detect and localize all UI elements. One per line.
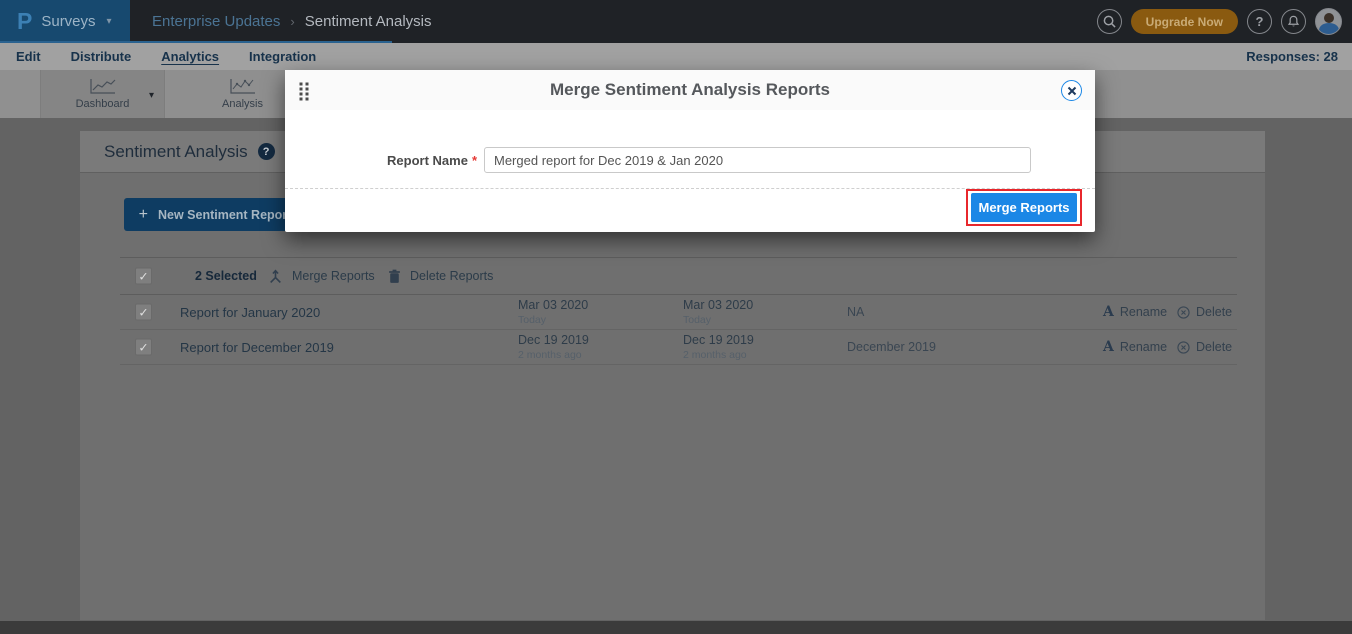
product-name: Surveys: [41, 13, 95, 30]
modified-date-cell: Dec 19 2019 2 months ago: [683, 330, 754, 364]
brand-logo: P: [17, 10, 32, 33]
modified-relative: 2 months ago: [683, 349, 747, 362]
row-checkbox[interactable]: ✓: [135, 339, 152, 356]
survey-nav-items: Edit Distribute Analytics Integration: [16, 49, 316, 64]
trash-icon: [388, 269, 401, 284]
created-relative: Today: [518, 314, 546, 327]
question-icon: ?: [1256, 14, 1264, 29]
report-row: ✓ Report for January 2020 Mar 03 2020 To…: [120, 295, 1237, 330]
created-relative: 2 months ago: [518, 349, 582, 362]
nav-item-analytics[interactable]: Analytics: [161, 49, 219, 64]
modified-date: Mar 03 2020: [683, 298, 753, 314]
page-title: Sentiment Analysis: [104, 142, 248, 162]
merge-reports-action[interactable]: Merge Reports: [268, 258, 375, 294]
tab-dashboard-label: Dashboard: [76, 98, 130, 110]
footer-bar: [0, 621, 1352, 634]
upgrade-now-button[interactable]: Upgrade Now: [1131, 9, 1238, 34]
report-name-form-row: Report Name *: [285, 147, 1095, 173]
navbar-actions: Upgrade Now ?: [1097, 0, 1342, 43]
merge-reports-modal: Merge Sentiment Analysis Reports Report …: [285, 70, 1095, 232]
modified-relative: Today: [683, 314, 711, 327]
rename-action[interactable]: A Rename: [1103, 330, 1167, 364]
created-date-cell: Mar 03 2020 Today: [518, 295, 588, 329]
notifications-button[interactable]: [1281, 9, 1306, 34]
tab-analysis-label: Analysis: [222, 98, 263, 110]
report-name-label-text: Report Name: [387, 153, 468, 168]
report-name[interactable]: Report for December 2019: [180, 330, 334, 364]
rename-action[interactable]: A Rename: [1103, 295, 1167, 329]
help-icon[interactable]: ?: [258, 143, 275, 160]
modal-header: Merge Sentiment Analysis Reports: [285, 70, 1095, 110]
nav-item-edit[interactable]: Edit: [16, 49, 41, 64]
rename-label: Rename: [1120, 340, 1167, 354]
row-checkbox[interactable]: ✓: [135, 304, 152, 321]
selected-count: 2 Selected: [195, 258, 257, 294]
avatar-body-shape: [1319, 23, 1339, 35]
rename-label: Rename: [1120, 305, 1167, 319]
new-sentiment-report-button[interactable]: + New Sentiment Report: [124, 198, 306, 231]
tab-dashboard[interactable]: Dashboard ▾: [40, 70, 165, 118]
product-switcher[interactable]: P Surveys ▾: [0, 0, 130, 43]
close-icon: [1067, 86, 1077, 96]
nav-item-distribute[interactable]: Distribute: [71, 49, 132, 64]
modal-close-button[interactable]: [1061, 80, 1082, 101]
drag-handle-icon[interactable]: [298, 81, 310, 106]
avatar-head-shape: [1324, 13, 1334, 23]
check-icon: ✓: [138, 340, 148, 354]
search-icon: [1103, 15, 1116, 28]
survey-nav: Edit Distribute Analytics Integration Re…: [0, 43, 1352, 70]
chevron-down-icon[interactable]: ▾: [149, 90, 154, 101]
rename-icon: A: [1103, 339, 1114, 355]
scatter-chart-icon: [229, 78, 257, 95]
modified-date: Dec 19 2019: [683, 333, 754, 349]
delete-action[interactable]: Delete: [1177, 295, 1232, 329]
merge-reports-button[interactable]: Merge Reports: [971, 193, 1077, 222]
merge-icon: [268, 269, 283, 284]
breadcrumb: Enterprise Updates › Sentiment Analysis: [152, 0, 431, 43]
line-chart-icon: [89, 78, 117, 95]
select-all-checkbox[interactable]: ✓: [135, 268, 152, 285]
check-icon: ✓: [138, 305, 148, 319]
report-tag: December 2019: [847, 330, 936, 364]
delete-reports-action-label: Delete Reports: [410, 269, 493, 283]
chevron-down-icon: ▾: [107, 16, 112, 27]
created-date-cell: Dec 19 2019 2 months ago: [518, 330, 589, 364]
rename-icon: A: [1103, 304, 1114, 320]
created-date: Dec 19 2019: [518, 333, 589, 349]
report-tag: NA: [847, 295, 864, 329]
delete-label: Delete: [1196, 305, 1232, 319]
breadcrumb-current: Sentiment Analysis: [305, 13, 432, 30]
delete-reports-action[interactable]: Delete Reports: [388, 258, 493, 294]
modal-title: Merge Sentiment Analysis Reports: [550, 80, 830, 100]
help-button[interactable]: ?: [1247, 9, 1272, 34]
report-name-input[interactable]: [484, 147, 1031, 173]
search-button[interactable]: [1097, 9, 1122, 34]
top-navbar: P Surveys ▾ Enterprise Updates › Sentime…: [0, 0, 1352, 43]
new-sentiment-report-label: New Sentiment Report: [158, 208, 291, 222]
selection-bar: ✓ 2 Selected Merge Reports Delete Report…: [120, 257, 1237, 295]
responses-count: Responses: 28: [1246, 49, 1338, 64]
delete-action[interactable]: Delete: [1177, 330, 1232, 364]
merge-reports-action-label: Merge Reports: [292, 269, 375, 283]
report-row: ✓ Report for December 2019 Dec 19 2019 2…: [120, 330, 1237, 365]
delete-circle-icon: [1177, 341, 1190, 354]
report-name[interactable]: Report for January 2020: [180, 295, 320, 329]
delete-circle-icon: [1177, 306, 1190, 319]
modified-date-cell: Mar 03 2020 Today: [683, 295, 753, 329]
breadcrumb-separator-icon: ›: [290, 14, 294, 29]
required-marker: *: [472, 153, 477, 168]
check-icon: ✓: [138, 269, 148, 283]
report-name-label: Report Name *: [285, 147, 477, 173]
delete-label: Delete: [1196, 340, 1232, 354]
created-date: Mar 03 2020: [518, 298, 588, 314]
nav-item-integration[interactable]: Integration: [249, 49, 316, 64]
breadcrumb-parent[interactable]: Enterprise Updates: [152, 13, 280, 30]
bell-icon: [1287, 15, 1300, 28]
user-avatar[interactable]: [1315, 8, 1342, 35]
plus-icon: +: [139, 206, 148, 224]
